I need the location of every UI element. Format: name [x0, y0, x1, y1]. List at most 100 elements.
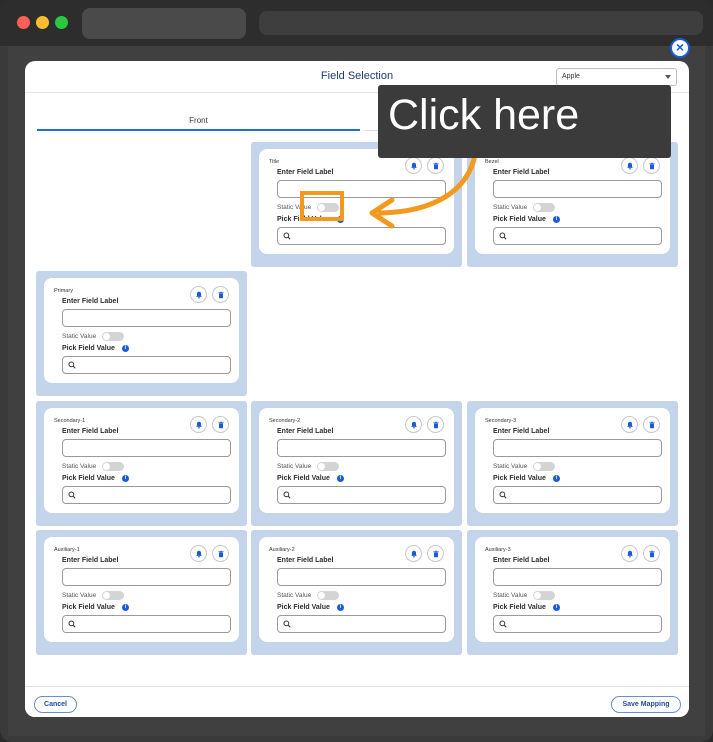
static-value-toggle[interactable]	[533, 462, 555, 471]
field-label-input[interactable]	[62, 309, 231, 327]
save-mapping-button[interactable]: Save Mapping	[611, 696, 681, 713]
pick-field-value-search[interactable]	[62, 615, 231, 633]
info-icon[interactable]: i	[553, 604, 560, 611]
enter-field-label-heading: Enter Field Label	[277, 428, 334, 435]
modal-footer: Cancel Save Mapping	[25, 686, 689, 717]
card-name: Title	[269, 159, 280, 165]
static-value-label: Static Value	[493, 463, 528, 470]
field-card: Secondary-2 Enter Field Label Static Value…	[259, 408, 454, 513]
field-card: Bezel Enter Field Label Static Value Pick F…	[475, 149, 670, 254]
card-name: Secondary-3	[485, 418, 517, 424]
info-icon[interactable]: i	[553, 475, 560, 482]
field-card: Secondary-3 Enter Field Label Static Value…	[475, 408, 670, 513]
pick-field-value-search[interactable]	[62, 356, 231, 374]
card-name: Auxiliary-3	[485, 547, 511, 553]
bell-button[interactable]	[405, 416, 422, 433]
field-label-input[interactable]	[493, 180, 662, 198]
pick-field-value-search[interactable]	[277, 486, 446, 504]
pick-field-value-heading: Pick Field Value	[62, 345, 115, 352]
bell-button[interactable]	[190, 416, 207, 433]
delete-button[interactable]	[212, 545, 229, 562]
info-icon[interactable]: i	[553, 216, 560, 223]
static-value-toggle[interactable]	[102, 591, 124, 600]
info-icon[interactable]: i	[122, 345, 129, 352]
enter-field-label-heading: Enter Field Label	[277, 557, 334, 564]
field-label-input[interactable]	[277, 439, 446, 457]
pick-field-value-search[interactable]	[62, 486, 231, 504]
enter-field-label-heading: Enter Field Label	[62, 428, 119, 435]
delete-button[interactable]	[427, 545, 444, 562]
arrow-annotation	[369, 152, 478, 229]
enter-field-label-heading: Enter Field Label	[62, 557, 119, 564]
info-icon[interactable]: i	[337, 604, 344, 611]
field-label-input[interactable]	[277, 568, 446, 586]
static-value-toggle[interactable]	[317, 591, 339, 600]
static-value-toggle[interactable]	[533, 203, 555, 212]
pick-field-value-search[interactable]	[493, 615, 662, 633]
card-name: Auxiliary-2	[269, 547, 295, 553]
info-icon[interactable]: i	[122, 604, 129, 611]
static-value-toggle[interactable]	[317, 462, 339, 471]
enter-field-label-heading: Enter Field Label	[62, 298, 119, 305]
minimize-window-button[interactable]	[36, 16, 49, 29]
delete-button[interactable]	[212, 286, 229, 303]
static-value-label: Static Value	[62, 592, 97, 599]
static-value-toggle[interactable]	[102, 462, 124, 471]
click-here-callout: Click here	[378, 85, 671, 158]
field-card: Primary Enter Field Label Static Value Pick…	[44, 278, 239, 383]
delete-button[interactable]	[643, 157, 660, 174]
pick-field-value-heading: Pick Field Value	[493, 216, 546, 223]
static-value-toggle[interactable]	[533, 591, 555, 600]
close-window-button[interactable]	[17, 16, 30, 29]
bell-button[interactable]	[621, 157, 638, 174]
bell-button[interactable]	[621, 416, 638, 433]
address-bar[interactable]	[259, 11, 703, 35]
delete-button[interactable]	[643, 416, 660, 433]
card-slot: Auxiliary-2 Enter Field Label Static Value…	[251, 530, 462, 655]
toggle-highlight-box	[300, 191, 344, 221]
card-name: Bezel	[485, 159, 499, 165]
card-name: Auxiliary-1	[54, 547, 80, 553]
delete-button[interactable]	[427, 416, 444, 433]
bell-button[interactable]	[190, 286, 207, 303]
field-label-input[interactable]	[62, 439, 231, 457]
tab-front[interactable]: Front	[37, 111, 360, 131]
pick-field-value-heading: Pick Field Value	[277, 475, 330, 482]
card-slot: Bezel Enter Field Label Static Value Pick F…	[467, 142, 678, 267]
maximize-window-button[interactable]	[55, 16, 68, 29]
device-dropdown-value: Apple	[562, 73, 580, 80]
static-value-label: Static Value	[493, 592, 528, 599]
field-label-input[interactable]	[493, 568, 662, 586]
browser-window: × Field Selection Apple Front Title Enter…	[0, 0, 713, 742]
pick-field-value-heading: Pick Field Value	[277, 604, 330, 611]
card-name: Secondary-1	[54, 418, 86, 424]
enter-field-label-heading: Enter Field Label	[493, 557, 550, 564]
field-label-input[interactable]	[493, 439, 662, 457]
field-card: Secondary-1 Enter Field Label Static Value…	[44, 408, 239, 513]
card-slot: Secondary-2 Enter Field Label Static Value…	[251, 401, 462, 526]
pick-field-value-search[interactable]	[493, 486, 662, 504]
field-label-input[interactable]	[62, 568, 231, 586]
pick-field-value-search[interactable]	[493, 227, 662, 245]
info-icon[interactable]: i	[337, 475, 344, 482]
bell-button[interactable]	[405, 545, 422, 562]
bell-button[interactable]	[621, 545, 638, 562]
close-icon[interactable]: ×	[670, 38, 690, 58]
card-slot: Secondary-1 Enter Field Label Static Value…	[36, 401, 247, 526]
enter-field-label-heading: Enter Field Label	[277, 169, 334, 176]
device-dropdown[interactable]: Apple	[556, 68, 677, 86]
delete-button[interactable]	[212, 416, 229, 433]
field-card: Auxiliary-3 Enter Field Label Static Value…	[475, 537, 670, 642]
pick-field-value-heading: Pick Field Value	[493, 604, 546, 611]
static-value-label: Static Value	[62, 463, 97, 470]
browser-tab[interactable]	[82, 8, 246, 39]
cancel-button[interactable]: Cancel	[34, 696, 77, 713]
delete-button[interactable]	[643, 545, 660, 562]
card-slot: Auxiliary-1 Enter Field Label Static Value…	[36, 530, 247, 655]
info-icon[interactable]: i	[122, 475, 129, 482]
static-value-toggle[interactable]	[102, 332, 124, 341]
pick-field-value-search[interactable]	[277, 615, 446, 633]
static-value-label: Static Value	[62, 333, 97, 340]
bell-button[interactable]	[190, 545, 207, 562]
pick-field-value-heading: Pick Field Value	[493, 475, 546, 482]
